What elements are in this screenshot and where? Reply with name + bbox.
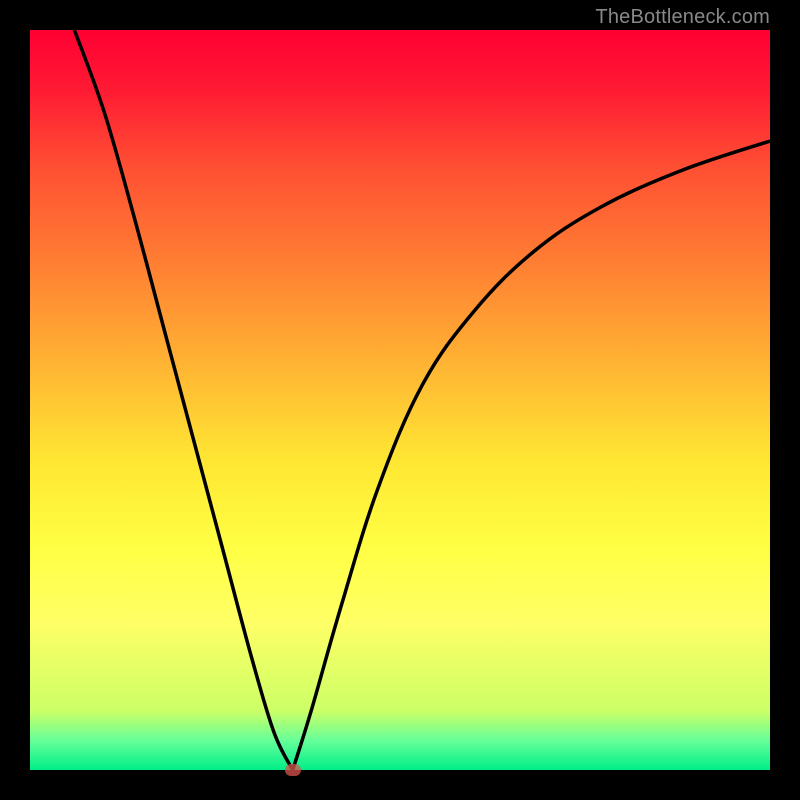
plot-area <box>30 30 770 770</box>
right-branch-curve <box>293 141 770 770</box>
chart-container: TheBottleneck.com <box>0 0 800 800</box>
left-branch-curve <box>74 30 292 770</box>
watermark-text: TheBottleneck.com <box>595 6 770 29</box>
minimum-marker <box>285 764 301 776</box>
curve-svg <box>30 30 770 770</box>
